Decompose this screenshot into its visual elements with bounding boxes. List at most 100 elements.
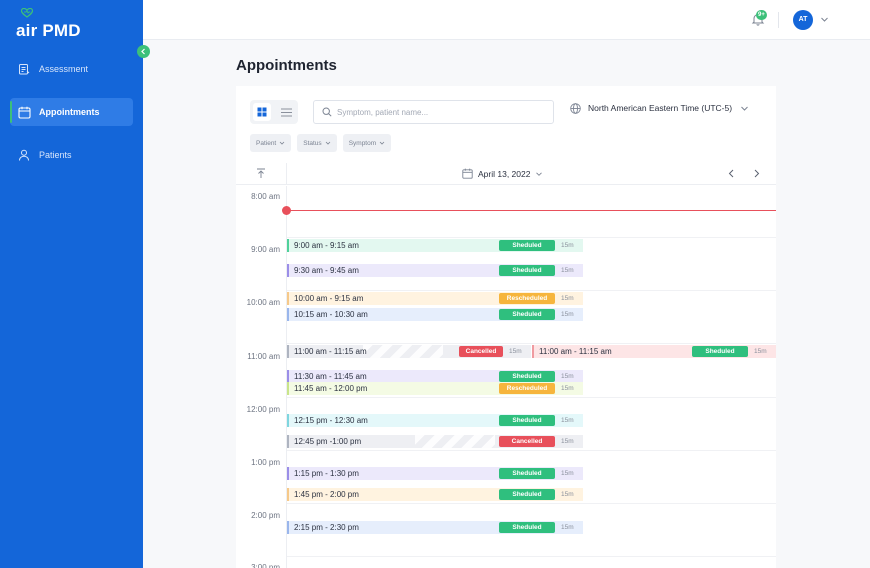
user-icon (17, 148, 31, 162)
status-badge: Sheduled (499, 522, 555, 533)
appointment-duration: 15m (561, 311, 574, 318)
appointment-item[interactable]: 9:30 am - 9:45 am Sheduled 15m (287, 264, 583, 277)
notification-badge: 9+ (756, 10, 767, 20)
chevron-down-icon (325, 141, 330, 145)
scroll-to-top-icon[interactable] (256, 168, 266, 179)
appointments-card: North American Eastern Time (UTC-5) Pati… (236, 86, 776, 568)
filter-bar: Patient Status Symptom (250, 134, 392, 152)
appointment-duration: 15m (561, 524, 574, 531)
clipboard-icon (17, 62, 31, 76)
appointment-item[interactable]: 2:15 pm - 2:30 pm Sheduled 15m (287, 521, 583, 534)
appointment-item[interactable]: 1:15 pm - 1:30 pm Sheduled 15m (287, 467, 583, 480)
appointment-time: 2:15 pm - 2:30 pm (294, 523, 359, 532)
appointment-item[interactable]: 11:45 am - 12:00 pm Rescheduled 15m (287, 382, 583, 395)
sidebar-item-patients[interactable]: Patients (10, 141, 133, 169)
appointment-time: 9:30 am - 9:45 am (294, 266, 359, 275)
appointment-item[interactable]: 1:45 pm - 2:00 pm Sheduled 15m (287, 488, 583, 501)
hour-label: 1:00 pm (251, 458, 280, 467)
appointment-time: 11:00 am - 11:15 am (539, 347, 612, 356)
air-pmd-logo[interactable]: air PMD (16, 8, 96, 40)
date-picker[interactable]: April 13, 2022 (462, 168, 543, 179)
filter-symptom[interactable]: Symptom (342, 134, 392, 152)
sidebar-item-assessment[interactable]: Assessment (10, 55, 133, 83)
status-badge: Rescheduled (499, 383, 555, 394)
appointment-item[interactable]: 12:15 pm - 12:30 am Sheduled 15m (287, 414, 583, 427)
status-badge: Sheduled (499, 468, 555, 479)
current-time-indicator (282, 206, 291, 215)
appointment-item[interactable]: 11:00 am - 11:15 am Sheduled 15m (532, 345, 776, 358)
hour-grid-line (287, 290, 776, 291)
cancelled-stripe-pattern (363, 345, 443, 358)
status-badge: Sheduled (499, 415, 555, 426)
active-indicator (10, 101, 12, 123)
appointment-item[interactable]: 10:00 am - 9:15 am Rescheduled 15m (287, 292, 583, 305)
list-icon (280, 108, 292, 116)
divider (778, 12, 779, 28)
chevron-down-icon (741, 106, 748, 111)
filter-patient[interactable]: Patient (250, 134, 292, 152)
appointment-item[interactable]: 9:00 am - 9:15 am Sheduled 15m (287, 239, 583, 252)
hour-label: 8:00 am (251, 192, 280, 201)
status-badge: Sheduled (499, 371, 555, 382)
appointment-item[interactable]: 12:45 pm -1:00 pm Cancelled 15m (287, 435, 583, 448)
chevron-left-icon[interactable] (727, 169, 736, 178)
hour-grid-line (287, 503, 776, 504)
chevron-right-icon[interactable] (752, 169, 761, 178)
appointment-item[interactable]: 10:15 am - 10:30 am Sheduled 15m (287, 308, 583, 321)
appointment-duration: 15m (561, 417, 574, 424)
search-icon (322, 107, 332, 117)
appointment-duration: 15m (561, 267, 574, 274)
status-badge: Sheduled (692, 346, 748, 357)
hour-label: 3:00 pm (251, 563, 280, 568)
appointment-duration: 15m (561, 295, 574, 302)
hour-grid-line (287, 397, 776, 398)
appointment-duration: 15m (561, 438, 574, 445)
collapse-sidebar-button[interactable] (137, 45, 150, 58)
sidebar: air PMD Assessment Appointments Patients (0, 0, 143, 568)
appointment-duration: 15m (561, 385, 574, 392)
hour-grid-line (287, 556, 776, 557)
heart-logo-icon (21, 8, 33, 18)
chevron-down-icon (279, 141, 285, 145)
sidebar-item-label: Appointments (39, 107, 100, 117)
appointment-duration: 15m (754, 348, 767, 355)
hour-grid-line (287, 450, 776, 451)
calendar-body: 8:00 am 9:00 am 10:00 am 11:00 am 12:00 pm 1:… (236, 186, 776, 568)
cancelled-stripe-pattern (415, 435, 495, 448)
filter-label: Symptom (348, 139, 377, 147)
search-box (313, 100, 554, 124)
filter-label: Patient (256, 139, 277, 147)
list-view-button[interactable] (277, 103, 295, 121)
appointment-item[interactable]: 11:00 am - 11:15 am Cancelled 15m (287, 345, 531, 358)
avatar[interactable]: AT (793, 10, 813, 30)
filter-status[interactable]: Status (297, 134, 337, 152)
status-badge: Sheduled (499, 265, 555, 276)
appointment-time: 10:00 am - 9:15 am (294, 294, 364, 303)
timezone-label: North American Eastern Time (UTC-5) (588, 103, 733, 113)
chevron-left-icon (141, 48, 145, 55)
timezone-select[interactable]: North American Eastern Time (UTC-5) (570, 100, 749, 116)
appointment-time: 11:45 am - 12:00 pm (294, 384, 368, 393)
status-badge: Cancelled (499, 436, 555, 447)
hour-label: 9:00 am (251, 245, 280, 254)
sidebar-item-appointments[interactable]: Appointments (10, 98, 133, 126)
topbar: 9+ AT (143, 0, 870, 40)
appointment-time: 12:45 pm -1:00 pm (294, 437, 362, 446)
appointment-duration: 15m (509, 348, 522, 355)
sidebar-item-label: Assessment (39, 64, 89, 74)
hour-grid-line (287, 343, 776, 344)
calendar-header: April 13, 2022 (236, 163, 776, 185)
view-toggle (250, 100, 298, 124)
appointment-time: 9:00 am - 9:15 am (294, 241, 359, 250)
chevron-down-icon[interactable] (820, 15, 829, 24)
selected-date: April 13, 2022 (478, 168, 531, 179)
grid-icon (257, 107, 267, 117)
search-input[interactable] (337, 104, 537, 120)
grid-view-button[interactable] (253, 103, 271, 121)
sidebar-item-label: Patients (39, 150, 72, 160)
status-badge: Cancelled (459, 346, 503, 357)
chevron-down-icon (379, 141, 385, 145)
hour-label: 11:00 am (247, 352, 280, 361)
hour-label: 2:00 pm (251, 511, 280, 520)
appointment-time: 11:00 am - 11:15 am (294, 347, 367, 356)
